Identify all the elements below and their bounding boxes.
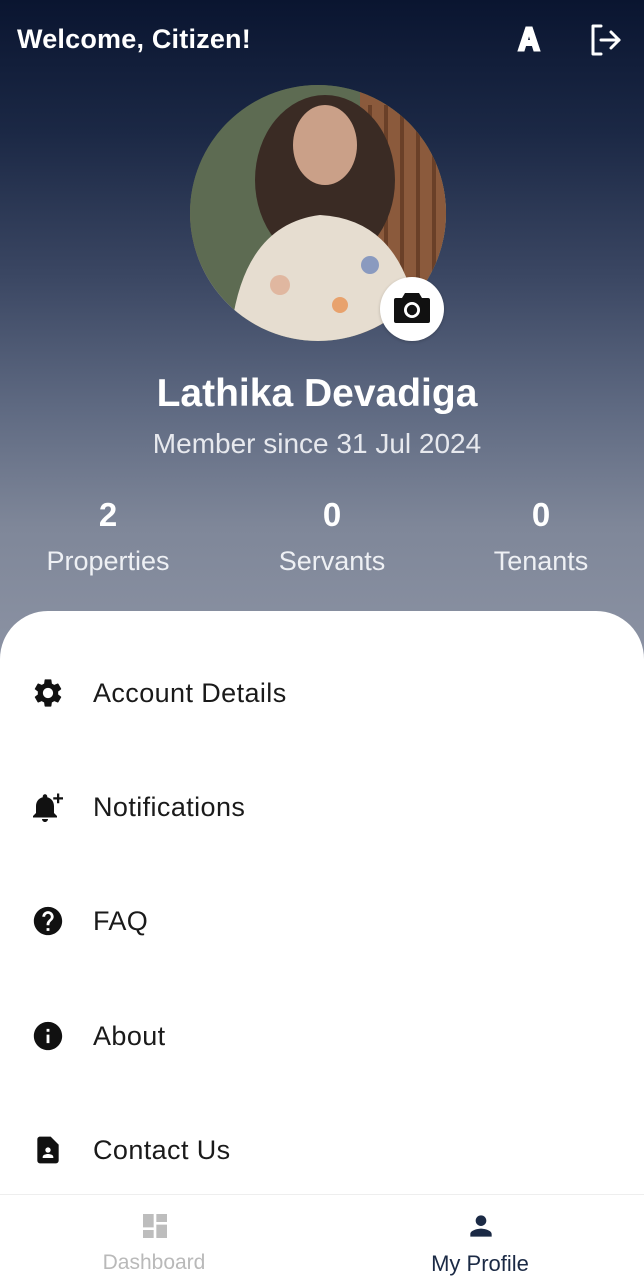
stat-label: Properties xyxy=(46,546,170,576)
menu-item-label: FAQ xyxy=(93,905,149,936)
gear-icon xyxy=(30,675,66,711)
change-photo-button[interactable] xyxy=(380,277,444,341)
menu-item-label: Contact Us xyxy=(93,1134,231,1165)
stat-label: Servants xyxy=(278,546,386,576)
info-icon xyxy=(30,1018,66,1054)
stat-tenants[interactable]: 0 Tenants xyxy=(441,496,641,577)
stat-value: 2 xyxy=(98,496,118,533)
nav-label: My Profile xyxy=(431,1251,529,1276)
member-since: Member since 31 Jul 2024 xyxy=(152,428,482,459)
dashboard-icon xyxy=(138,1209,172,1243)
nav-label: Dashboard xyxy=(102,1251,206,1274)
nav-dashboard[interactable]: Dashboard xyxy=(54,1195,254,1280)
menu-sheet: Account Details Notifications FAQ About xyxy=(0,611,644,1201)
stat-label: Tenants xyxy=(493,546,589,576)
menu-item-notifications[interactable]: Notifications xyxy=(0,757,644,857)
welcome-title: Welcome, Citizen! xyxy=(17,24,251,54)
menu-item-label: Notifications xyxy=(93,791,246,822)
bottom-navigation: Dashboard My Profile xyxy=(0,1194,644,1280)
menu-item-label: Account Details xyxy=(93,677,287,708)
menu-item-contact-us[interactable]: Contact Us xyxy=(0,1100,644,1200)
stat-value: 0 xyxy=(531,496,551,533)
stat-servants[interactable]: 0 Servants xyxy=(232,496,432,577)
contact-card-icon xyxy=(30,1132,66,1168)
language-button[interactable] xyxy=(510,22,548,60)
logout-button[interactable] xyxy=(584,22,626,62)
logout-icon xyxy=(587,22,623,63)
menu-item-faq[interactable]: FAQ xyxy=(0,871,644,971)
bell-plus-icon xyxy=(30,789,66,825)
camera-icon xyxy=(393,290,431,329)
menu-item-about[interactable]: About xyxy=(0,986,644,1086)
font-a-icon xyxy=(514,24,544,59)
stat-properties[interactable]: 2 Properties xyxy=(8,496,208,577)
person-icon xyxy=(464,1209,498,1243)
help-circle-icon xyxy=(30,903,66,939)
avatar-container xyxy=(190,85,446,341)
menu-item-label: About xyxy=(93,1020,166,1051)
nav-my-profile[interactable]: My Profile xyxy=(380,1195,580,1280)
stat-value: 0 xyxy=(322,496,342,533)
top-bar: Welcome, Citizen! xyxy=(0,0,644,80)
menu-item-account-details[interactable]: Account Details xyxy=(0,643,644,743)
profile-name: Lathika Devadiga xyxy=(156,372,478,415)
